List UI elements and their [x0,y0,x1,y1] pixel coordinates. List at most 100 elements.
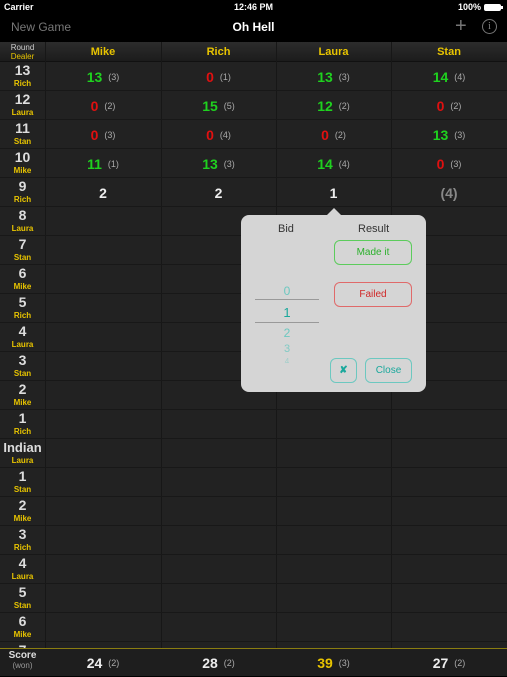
score-cell[interactable]: 2 [45,178,161,207]
score-cell[interactable] [45,236,161,265]
round-number: 1 [0,411,45,426]
dealer-name: Laura [0,455,45,466]
score-cell[interactable] [161,613,276,642]
close-button[interactable]: Close [365,358,412,383]
player-name[interactable]: Laura [276,46,391,58]
score-cell[interactable] [45,439,161,468]
score-cell[interactable]: 14(4) [276,149,391,178]
score-cell[interactable] [45,555,161,584]
picker-option[interactable]: 3 [255,343,319,355]
tricks-won: (4) [339,159,350,169]
x-icon[interactable]: ✘ [330,358,357,383]
round-number: 4 [0,556,45,571]
score-cell[interactable] [161,410,276,439]
score-cell[interactable] [161,526,276,555]
round-number: 3 [0,527,45,542]
score-cell[interactable] [45,381,161,410]
player-name[interactable]: Rich [161,46,276,58]
score-cell[interactable]: 0(4) [161,120,276,149]
score-cell[interactable] [276,468,391,497]
score-cell[interactable] [276,526,391,555]
score-cell[interactable]: 0(1) [161,62,276,91]
score-cell[interactable] [276,439,391,468]
picker-option[interactable]: 0 [255,284,319,298]
score-cell[interactable] [276,555,391,584]
score-cell[interactable] [45,410,161,439]
picker-option[interactable]: 4 [255,357,319,363]
popover-arrow [326,208,342,216]
tricks-won: (5) [224,101,235,111]
score-cell[interactable] [161,555,276,584]
score-cell[interactable]: 13(3) [391,120,507,149]
score-cell[interactable] [276,410,391,439]
score-cell[interactable] [45,294,161,323]
score-cell[interactable] [45,613,161,642]
score-cell[interactable] [391,555,507,584]
round-cell: 2Mike [0,498,45,524]
round-number: 13 [0,63,45,78]
score-cell[interactable] [45,526,161,555]
score-cell[interactable] [45,352,161,381]
score-cell[interactable]: 0(3) [45,120,161,149]
score-cell[interactable] [45,265,161,294]
score-cell[interactable] [391,526,507,555]
score-cell[interactable]: 14(4) [391,62,507,91]
tricks-won: (3) [339,72,350,82]
score-cell[interactable]: 13(3) [161,149,276,178]
score-cell[interactable]: 2 [161,178,276,207]
score-cell[interactable] [161,439,276,468]
plus-icon[interactable]: + [455,15,467,38]
bid-picker[interactable]: 0 1 2 3 4 [255,279,319,369]
score-cell[interactable]: 13 (3) [276,62,391,91]
picker-selected[interactable]: 1 [255,305,319,320]
round-number: 11 [0,121,45,136]
score-cell[interactable] [276,584,391,613]
score-cell[interactable] [45,207,161,236]
score-cell[interactable] [276,497,391,526]
score-cell[interactable]: 0(2) [276,120,391,149]
info-icon[interactable]: i [482,19,497,34]
round-score: 13 [317,69,333,85]
score-cell[interactable]: 13(3) [45,62,161,91]
score-cell[interactable] [161,468,276,497]
failed-button[interactable]: Failed [334,282,412,307]
score-cell[interactable] [391,468,507,497]
round-cell: 7Stan [0,237,45,263]
made-it-button[interactable]: Made it [334,240,412,265]
total-score-cell: 27(2) [391,649,507,677]
total-score-cell: 28(2) [161,649,276,677]
score-cell[interactable] [391,584,507,613]
score-cell[interactable] [391,439,507,468]
round-score: 2 [215,185,223,201]
tricks-won: (1) [220,72,231,82]
score-cell[interactable]: 0(2) [45,91,161,120]
score-cell[interactable] [45,323,161,352]
round-cell: 5Stan [0,585,45,611]
score-cell[interactable]: 0(2) [391,91,507,120]
table-row: 10Mike11(1)13(3)14(4)0(3) [0,149,507,178]
score-cell[interactable]: (4) [391,178,507,207]
score-cell[interactable] [276,613,391,642]
score-cell[interactable] [391,497,507,526]
score-cell[interactable] [161,584,276,613]
tricks-won: (3) [454,130,465,140]
score-cell[interactable]: 1 [276,178,391,207]
score-cell[interactable]: 15(5) [161,91,276,120]
score-cell[interactable]: 11(1) [45,149,161,178]
score-cell[interactable] [45,468,161,497]
player-name[interactable]: Mike [45,46,161,58]
picker-option[interactable]: 2 [255,326,319,340]
dealer-name: Laura [0,571,45,582]
score-cell[interactable] [161,497,276,526]
score-cell[interactable] [391,410,507,439]
table-row: 5Stan [0,584,507,613]
score-cell[interactable] [391,613,507,642]
score-cell[interactable] [45,584,161,613]
score-cell[interactable]: 12(2) [276,91,391,120]
score-cell[interactable]: 0(3) [391,149,507,178]
round-score: 13 [202,156,218,172]
score-cell[interactable] [45,497,161,526]
player-name[interactable]: Stan [391,46,507,58]
round-cell: 6Mike [0,614,45,640]
round-cell: 11Stan [0,121,45,147]
